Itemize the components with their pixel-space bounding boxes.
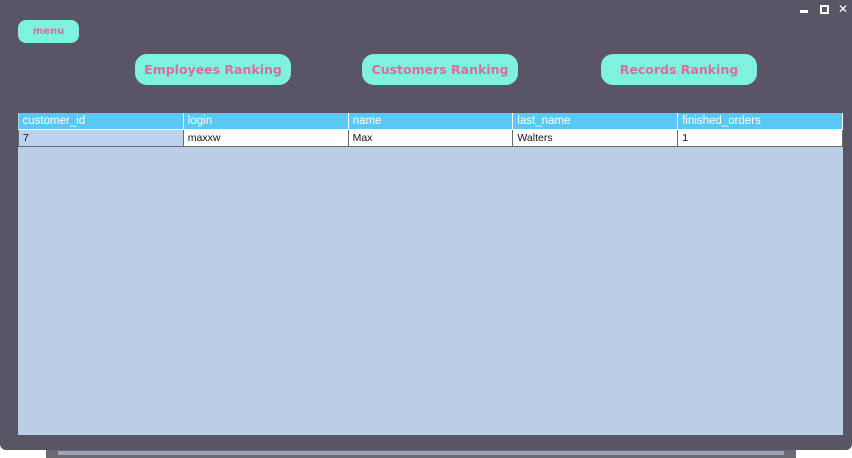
cell-finished-orders[interactable]: 1: [677, 129, 843, 147]
minimize-button[interactable]: [797, 2, 811, 16]
column-header-name[interactable]: name: [348, 113, 514, 130]
app-window: ✕ menu Employees Ranking Customers Ranki…: [0, 0, 852, 450]
close-icon: ✕: [837, 2, 849, 16]
column-header-finished-orders[interactable]: finished_orders: [677, 113, 843, 130]
horizontal-scrollbar[interactable]: [46, 450, 796, 458]
maximize-button[interactable]: [817, 2, 831, 16]
table-header-row: customer_id login name last_name finishe…: [18, 113, 843, 130]
maximize-icon: [819, 4, 829, 14]
customers-table: customer_id login name last_name finishe…: [18, 113, 843, 147]
minimize-icon: [800, 10, 808, 13]
column-header-login[interactable]: login: [183, 113, 349, 130]
column-header-last-name[interactable]: last_name: [512, 113, 679, 130]
data-grid[interactable]: customer_id login name last_name finishe…: [18, 113, 843, 435]
scrollbar-thumb[interactable]: [58, 451, 784, 455]
employees-ranking-button[interactable]: Employees Ranking: [135, 54, 291, 85]
close-button[interactable]: ✕: [836, 2, 850, 16]
customers-ranking-button[interactable]: Customers Ranking: [362, 54, 518, 85]
cell-customer-id[interactable]: 7: [18, 129, 184, 147]
column-header-customer-id[interactable]: customer_id: [18, 113, 184, 130]
records-ranking-button[interactable]: Records Ranking: [601, 54, 757, 85]
menu-button[interactable]: menu: [18, 20, 79, 43]
cell-last-name[interactable]: Walters: [512, 129, 679, 147]
cell-name[interactable]: Max: [347, 129, 514, 147]
table-row[interactable]: 7 maxxw Max Walters 1: [18, 129, 843, 147]
cell-login[interactable]: maxxw: [182, 129, 349, 147]
